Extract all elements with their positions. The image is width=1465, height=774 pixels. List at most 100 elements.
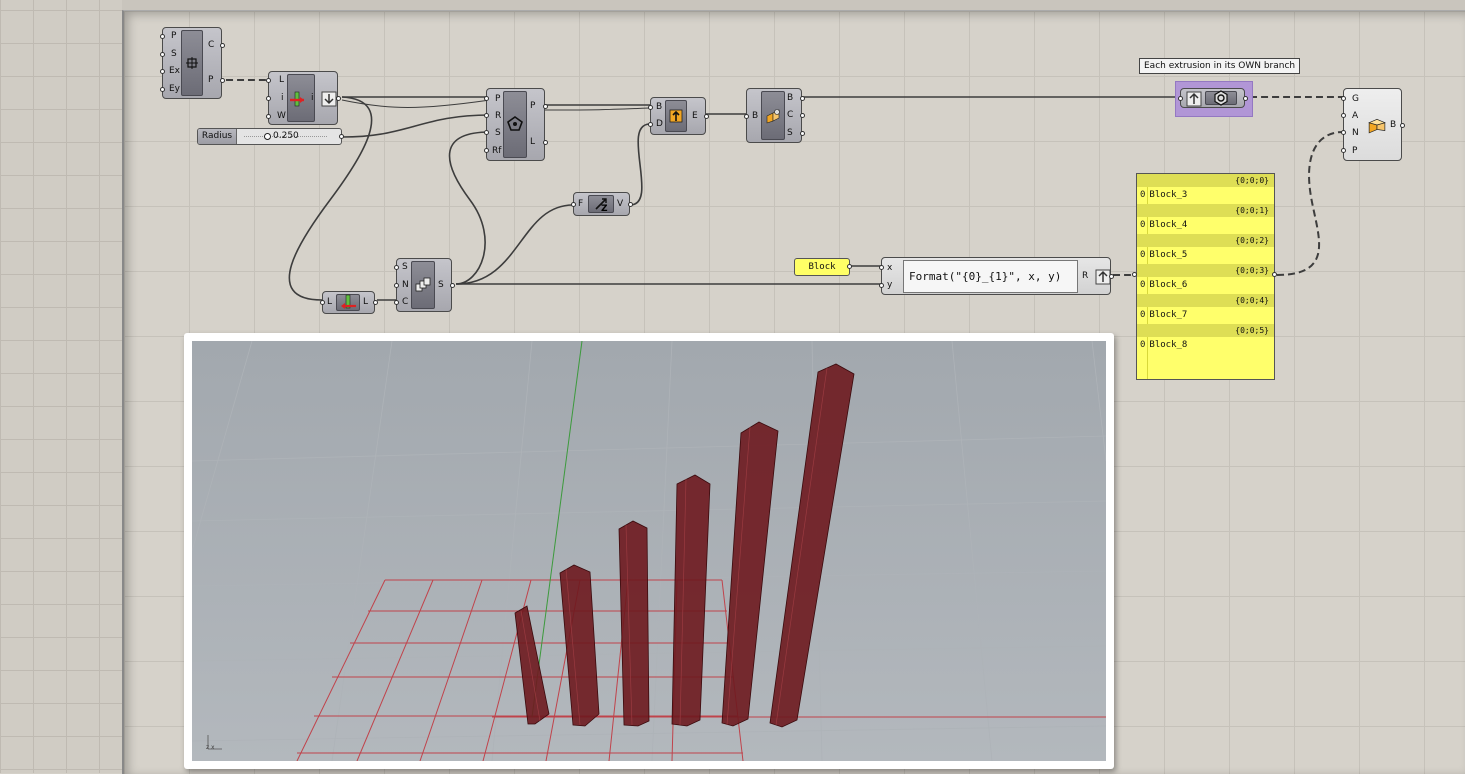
output-port[interactable]: [1243, 96, 1248, 101]
output-port[interactable]: [800, 131, 805, 136]
input-port[interactable]: [394, 265, 399, 270]
viewport-scene: z x: [192, 341, 1106, 761]
output-port[interactable]: [1400, 123, 1405, 128]
input-port[interactable]: [320, 300, 325, 305]
input-port[interactable]: [1341, 130, 1346, 135]
input-port[interactable]: [648, 105, 653, 110]
expand-down-icon[interactable]: [321, 91, 337, 107]
input-port[interactable]: [160, 52, 165, 57]
input-port[interactable]: [1178, 96, 1183, 101]
output-port[interactable]: [628, 202, 633, 207]
output-port[interactable]: [800, 96, 805, 101]
input-port[interactable]: [1341, 96, 1346, 101]
output-port[interactable]: [847, 264, 852, 269]
output-port[interactable]: [1109, 274, 1114, 279]
input-port[interactable]: [266, 78, 271, 83]
column-block-5: [618, 520, 650, 727]
input-label: Ey: [169, 84, 181, 94]
list-item: 0 Block_3: [1137, 188, 1274, 203]
text-panel-block[interactable]: Block: [794, 258, 850, 276]
item-value: Block_6: [1149, 280, 1188, 290]
column-block-6: [671, 474, 711, 727]
item-index: 0: [1140, 250, 1146, 260]
output-port[interactable]: [543, 104, 548, 109]
output-label: R: [1082, 271, 1089, 281]
item-index: 0: [1140, 280, 1146, 290]
output-port[interactable]: [450, 283, 455, 288]
list-item-icon: [290, 91, 306, 107]
input-label: P: [171, 31, 177, 41]
input-port[interactable]: [394, 300, 399, 305]
rhino-viewport[interactable]: z x: [192, 341, 1106, 761]
input-port[interactable]: [160, 69, 165, 74]
output-port[interactable]: [704, 114, 709, 119]
output-port[interactable]: [220, 78, 225, 83]
input-port[interactable]: [484, 148, 489, 153]
expression-formula[interactable]: Format("{0}_{1}", x, y): [903, 260, 1078, 293]
output-port[interactable]: [220, 43, 225, 48]
extrude-component[interactable]: B D E: [648, 97, 709, 135]
output-data-panel[interactable]: {0;0;0} 0 Block_3 {0;0;1} 0 Block_4 {0;0;2…: [1136, 173, 1275, 380]
input-port[interactable]: [1132, 272, 1137, 277]
input-port[interactable]: [571, 202, 576, 207]
input-label: N: [1352, 128, 1359, 138]
input-port[interactable]: [484, 130, 489, 135]
item-index: 0: [1140, 220, 1146, 230]
bake-component[interactable]: G A N P B: [1341, 88, 1405, 161]
input-port[interactable]: [879, 265, 884, 270]
input-label: i: [281, 93, 284, 103]
slider-knob[interactable]: [264, 133, 271, 140]
output-label: C: [208, 40, 215, 50]
item-value: Block_4: [1149, 220, 1188, 230]
input-port[interactable]: [266, 114, 271, 119]
radius-slider[interactable]: Radius 0.250: [197, 128, 344, 145]
output-port[interactable]: [1272, 272, 1277, 277]
input-port[interactable]: [648, 122, 653, 127]
output-port[interactable]: [543, 140, 548, 145]
polygon-component[interactable]: P R S Rf P L: [484, 88, 548, 161]
input-port[interactable]: [879, 283, 884, 288]
plane-icon: [184, 55, 200, 71]
list-item: 0 Block_8: [1137, 338, 1274, 353]
output-port[interactable]: [336, 96, 341, 101]
output-label: P: [530, 101, 536, 111]
input-label: S: [171, 49, 177, 59]
output-port[interactable]: [800, 113, 805, 118]
plane-component[interactable]: P S Ex Ey C P: [160, 27, 225, 99]
expand-up-icon[interactable]: [1095, 269, 1111, 285]
input-port[interactable]: [484, 96, 489, 101]
list-item-component[interactable]: L i W i: [266, 71, 341, 125]
input-label: N: [402, 280, 409, 290]
item-value: Block_3: [1149, 190, 1188, 200]
input-port[interactable]: [160, 34, 165, 39]
input-port[interactable]: [1341, 113, 1346, 118]
branch-path: {0;0;0}: [1137, 174, 1274, 187]
column-block-4: [559, 564, 600, 727]
input-label: x: [887, 263, 893, 273]
slider-value: 0.250: [273, 131, 299, 141]
input-port[interactable]: [266, 96, 271, 101]
outer-canvas-margin: [0, 0, 122, 773]
input-port[interactable]: [1341, 148, 1346, 153]
brep-join-component[interactable]: B B C S: [744, 88, 805, 143]
input-port[interactable]: [394, 283, 399, 288]
unit-z-icon: Z: [593, 196, 609, 212]
branch-path: {0;0;3}: [1137, 264, 1274, 277]
output-label: i: [311, 93, 314, 103]
item-index: 0: [1140, 340, 1146, 350]
graft-component[interactable]: [1178, 88, 1248, 108]
list-length-component[interactable]: L L: [320, 291, 378, 314]
branch-path: {0;0;1}: [1137, 204, 1274, 217]
output-port[interactable]: [339, 134, 344, 139]
input-label: G: [1352, 94, 1359, 104]
input-port[interactable]: [484, 113, 489, 118]
unit-z-component[interactable]: Z F V: [571, 192, 633, 216]
slider-label: Radius: [198, 129, 237, 144]
series-component[interactable]: S N C S: [394, 258, 455, 312]
input-label: C: [402, 297, 409, 307]
input-port[interactable]: [744, 114, 749, 119]
item-index: 0: [1140, 310, 1146, 320]
input-port[interactable]: [160, 87, 165, 92]
output-port[interactable]: [373, 300, 378, 305]
output-label: P: [208, 75, 214, 85]
